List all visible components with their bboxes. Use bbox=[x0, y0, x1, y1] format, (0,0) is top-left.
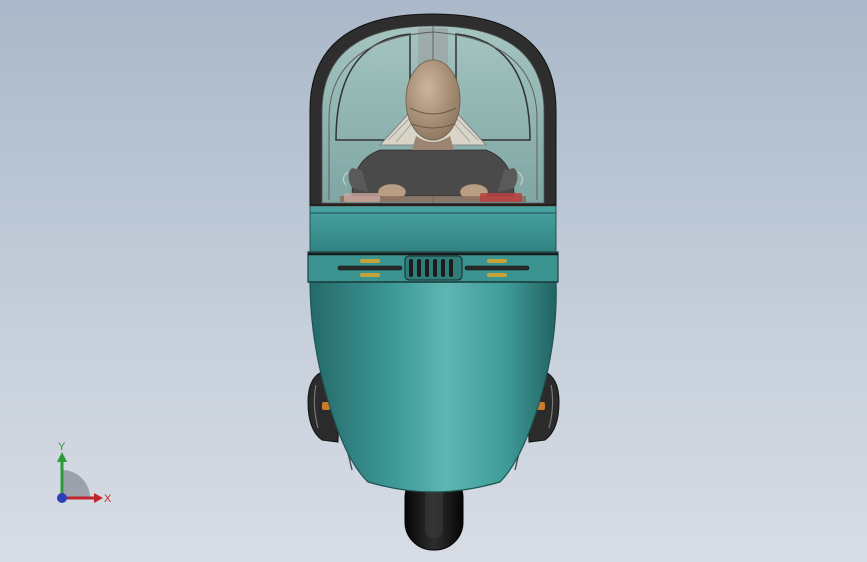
main-body-shell bbox=[309, 279, 557, 493]
dash-red-panel bbox=[480, 193, 522, 202]
y-axis-arrow bbox=[57, 452, 67, 462]
3d-viewport[interactable]: Y X bbox=[0, 0, 867, 562]
vent-band bbox=[307, 251, 559, 283]
y-axis-label: Y bbox=[58, 441, 66, 453]
x-axis-label: X bbox=[104, 493, 112, 505]
triad-plane bbox=[62, 470, 90, 498]
x-axis-arrow bbox=[94, 493, 103, 503]
coordinate-triad: Y X bbox=[57, 441, 112, 505]
upper-body-collar bbox=[309, 204, 557, 255]
z-axis-dot bbox=[57, 493, 67, 503]
center-grille bbox=[404, 255, 463, 281]
vehicle-model[interactable] bbox=[0, 0, 867, 562]
